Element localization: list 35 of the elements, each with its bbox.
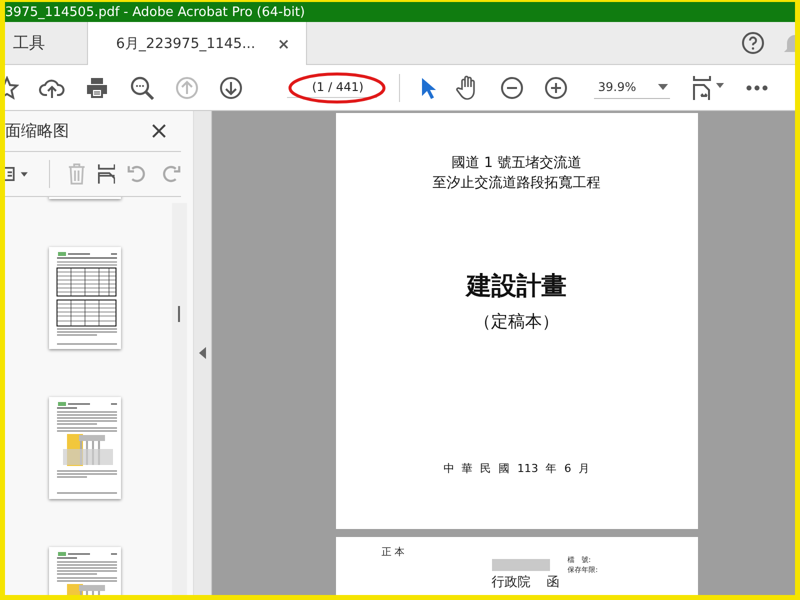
triangle-left-icon bbox=[199, 347, 206, 359]
zoom-out-icon[interactable] bbox=[500, 76, 524, 100]
arrow-down-circle-icon[interactable] bbox=[219, 76, 243, 100]
close-tab-button[interactable]: × bbox=[277, 34, 290, 52]
zoom-in-icon[interactable] bbox=[544, 76, 568, 100]
caret-icon bbox=[658, 84, 668, 90]
tab-label: 6月_223975_1145... bbox=[116, 34, 256, 52]
document-title-line: 至汐止交流道路段拓寬工程 bbox=[432, 174, 600, 193]
document-type: 函 bbox=[546, 575, 560, 591]
window-title: 3975_114505.pdf - Adobe Acrobat Pro (64-bit) bbox=[5, 4, 305, 20]
help-icon[interactable] bbox=[741, 31, 765, 55]
scrollbar[interactable] bbox=[172, 203, 187, 595]
letter-sender: 行政院 bbox=[492, 575, 530, 591]
more-icon[interactable] bbox=[746, 84, 768, 90]
copy-mark: 正 本 bbox=[382, 547, 405, 558]
document-subheading: （定稿本） bbox=[474, 311, 559, 333]
smudged-text-block bbox=[492, 559, 550, 571]
document-date: 中 華 民 國 113 年 6 月 bbox=[443, 461, 590, 476]
tab[interactable]: 6月_223975_1145... × bbox=[87, 22, 307, 65]
page-thumbnail[interactable] bbox=[48, 247, 120, 349]
zoom-search-icon[interactable] bbox=[129, 74, 155, 100]
close-icon[interactable] bbox=[152, 124, 166, 138]
panel-title: 面缩略图 bbox=[5, 120, 69, 142]
page-thumbnail[interactable] bbox=[48, 397, 120, 499]
document-heading: 建設計畫 bbox=[466, 270, 566, 302]
tab-label: 工具 bbox=[13, 32, 45, 54]
panel-collapse-handle[interactable] bbox=[193, 111, 212, 595]
star-icon[interactable] bbox=[5, 76, 19, 100]
print-icon[interactable] bbox=[85, 76, 109, 100]
tab[interactable]: 工具 bbox=[5, 22, 57, 64]
zoom-dropdown[interactable]: 39.9% bbox=[594, 76, 670, 98]
insert-page-icon[interactable] bbox=[98, 162, 116, 186]
page-fit-icon[interactable] bbox=[692, 74, 726, 100]
document-title-line: 國道 1 號五堵交流道 bbox=[450, 154, 582, 173]
pointer-icon[interactable] bbox=[420, 76, 436, 100]
